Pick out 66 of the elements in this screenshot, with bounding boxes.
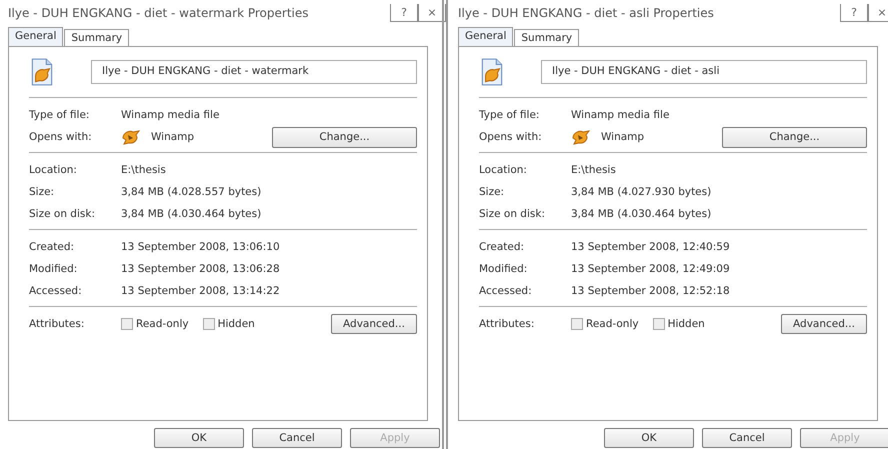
- advanced-button[interactable]: Advanced...: [331, 314, 417, 334]
- property-value: 3,84 MB (4.030.464 bytes): [121, 208, 262, 220]
- dialog-button[interactable]: Cancel: [702, 428, 792, 448]
- property-label: Attributes:: [29, 318, 86, 330]
- property-value: Winamp media file: [121, 109, 220, 121]
- advanced-button[interactable]: Advanced...: [781, 314, 867, 334]
- property-value: Winamp: [601, 131, 644, 143]
- property-label: Opens with:: [479, 131, 543, 143]
- property-label: Location:: [479, 164, 528, 176]
- checkbox[interactable]: [571, 318, 583, 330]
- property-label: Size:: [29, 186, 56, 198]
- checkbox-label: Hidden: [218, 318, 255, 330]
- property-label: Created:: [479, 241, 526, 253]
- property-label: Location:: [29, 164, 78, 176]
- property-label: Accessed:: [479, 285, 533, 297]
- property-label: Created:: [29, 241, 76, 253]
- dialog-button[interactable]: OK: [604, 428, 694, 448]
- property-value: Winamp media file: [571, 109, 670, 121]
- checkbox-label: Read-only: [136, 318, 189, 330]
- property-label: Modified:: [29, 263, 78, 275]
- dialog-button[interactable]: OK: [154, 428, 244, 448]
- checkbox[interactable]: [121, 318, 133, 330]
- property-label: Size on disk:: [29, 208, 96, 220]
- property-value: 13 September 2008, 13:06:28: [121, 263, 280, 275]
- property-value: E:\thesis: [121, 164, 166, 176]
- file-name-field[interactable]: Ilye - DUH ENGKANG - diet - watermark: [91, 60, 417, 84]
- help-button[interactable]: ?: [390, 4, 418, 22]
- property-value: 3,84 MB (4.030.464 bytes): [571, 208, 712, 220]
- property-value: 13 September 2008, 12:52:18: [571, 285, 730, 297]
- media-file-icon: [29, 57, 55, 87]
- file-name-field[interactable]: Ilye - DUH ENGKANG - diet - asli: [541, 60, 867, 84]
- property-label: Size on disk:: [479, 208, 546, 220]
- change-button[interactable]: Change...: [722, 126, 867, 148]
- checkbox-label: Read-only: [586, 318, 639, 330]
- tab[interactable]: General: [458, 27, 514, 46]
- winamp-icon: [121, 129, 141, 145]
- property-value: E:\thesis: [571, 164, 616, 176]
- checkbox-label: Hidden: [668, 318, 705, 330]
- window-title: Ilye - DUH ENGKANG - diet - asli Properties: [458, 6, 714, 20]
- property-label: Attributes:: [479, 318, 536, 330]
- property-value: Winamp: [151, 131, 194, 143]
- property-label: Type of file:: [29, 109, 90, 121]
- winamp-icon: [571, 129, 591, 145]
- property-label: Opens with:: [29, 131, 93, 143]
- property-label: Accessed:: [29, 285, 83, 297]
- help-button[interactable]: ?: [840, 4, 868, 22]
- property-label: Type of file:: [479, 109, 540, 121]
- media-file-icon: [479, 57, 505, 87]
- window-title: Ilye - DUH ENGKANG - diet - watermark Properties: [8, 6, 308, 20]
- checkbox[interactable]: [202, 318, 215, 330]
- property-value: 13 September 2008, 13:06:10: [121, 241, 280, 253]
- checkbox[interactable]: [652, 318, 665, 330]
- tab[interactable]: General: [8, 27, 64, 46]
- property-value: 13 September 2008, 13:14:22: [121, 285, 280, 297]
- close-button[interactable]: ×: [418, 4, 446, 22]
- dialog-button[interactable]: Cancel: [252, 428, 342, 448]
- change-button[interactable]: Change...: [272, 126, 417, 148]
- property-label: Size:: [479, 186, 506, 198]
- close-button[interactable]: ×: [868, 4, 888, 22]
- tab[interactable]: Summary: [64, 29, 130, 46]
- property-value: 13 September 2008, 12:40:59: [571, 241, 730, 253]
- property-label: Modified:: [479, 263, 528, 275]
- property-value: 3,84 MB (4.027.930 bytes): [571, 186, 712, 198]
- property-value: 3,84 MB (4.028.557 bytes): [121, 186, 262, 198]
- tab[interactable]: Summary: [514, 29, 580, 46]
- property-value: 13 September 2008, 12:49:09: [571, 263, 730, 275]
